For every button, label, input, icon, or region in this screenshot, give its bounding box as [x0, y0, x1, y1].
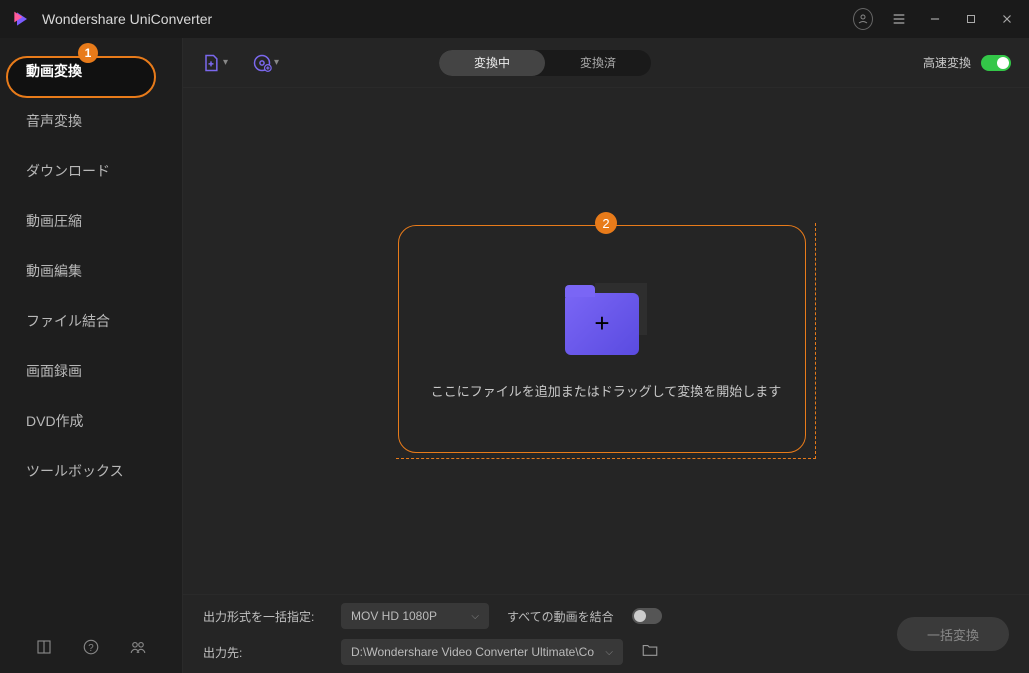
sidebar-item-label: 画面録画: [26, 361, 82, 381]
sidebar-item-compress[interactable]: 動画圧縮: [0, 196, 182, 246]
sidebar: 1 動画変換 音声変換 ダウンロード 動画圧縮 動画編集 ファイル結合 画面録画…: [0, 38, 183, 673]
output-path-label: 出力先:: [203, 644, 323, 661]
open-folder-button[interactable]: [641, 641, 659, 664]
add-file-icon: [201, 53, 221, 73]
close-button[interactable]: [997, 9, 1017, 29]
sidebar-item-toolbox[interactable]: ツールボックス: [0, 446, 182, 496]
dropzone[interactable]: 2 + ここにファイルを追加またはドラッグして変換を開始します: [396, 223, 816, 459]
people-icon: [129, 638, 147, 656]
folder-icon: [641, 641, 659, 659]
account-button[interactable]: [853, 9, 873, 29]
output-format-select[interactable]: MOV HD 1080P ⌵: [341, 603, 489, 629]
chevron-down-icon: ▾: [274, 57, 279, 68]
dropzone-text: ここにファイルを追加またはドラッグして変換を開始します: [431, 381, 782, 400]
sidebar-item-record[interactable]: 画面録画: [0, 346, 182, 396]
minimize-button[interactable]: [925, 9, 945, 29]
add-file-button[interactable]: ▾: [201, 53, 228, 73]
chevron-down-icon: ⌵: [605, 647, 613, 658]
high-speed-label: 高速変換: [923, 54, 971, 71]
output-path-value: D:\Wondershare Video Converter Ultimate\…: [351, 645, 594, 659]
disc-icon: [252, 53, 272, 73]
menu-button[interactable]: [889, 9, 909, 29]
sidebar-item-label: 音声変換: [26, 111, 82, 131]
output-format-value: MOV HD 1080P: [351, 609, 437, 623]
maximize-button[interactable]: [961, 9, 981, 29]
sidebar-item-label: ダウンロード: [26, 161, 110, 181]
help-icon: ?: [82, 638, 100, 656]
svg-text:?: ?: [88, 642, 94, 653]
sidebar-item-dvd[interactable]: DVD作成: [0, 396, 182, 446]
chevron-down-icon: ▾: [223, 57, 228, 68]
titlebar: Wondershare UniConverter: [0, 0, 1029, 38]
high-speed-toggle[interactable]: [981, 55, 1011, 71]
chevron-down-icon: ⌵: [471, 611, 479, 622]
app-title: Wondershare UniConverter: [42, 11, 853, 27]
sidebar-item-merge[interactable]: ファイル結合: [0, 296, 182, 346]
app-logo-icon: [12, 9, 32, 29]
convert-all-button[interactable]: 一括変換: [897, 617, 1009, 651]
book-icon: [35, 638, 53, 656]
close-icon: [1000, 12, 1014, 26]
maximize-icon: [965, 13, 977, 25]
tab-converting[interactable]: 変換中: [439, 50, 545, 76]
add-disc-button[interactable]: ▾: [252, 53, 279, 73]
footer: 出力形式を一括指定: MOV HD 1080P ⌵ すべての動画を結合 出力先:…: [183, 594, 1029, 673]
merge-toggle[interactable]: [632, 608, 662, 624]
add-folder-icon: +: [565, 283, 647, 355]
tab-converted[interactable]: 変換済: [545, 50, 651, 76]
user-icon: [857, 13, 869, 25]
merge-label: すべての動画を結合: [507, 608, 614, 625]
tutorial-button[interactable]: [35, 638, 53, 661]
help-button[interactable]: ?: [82, 638, 100, 661]
output-path-select[interactable]: D:\Wondershare Video Converter Ultimate\…: [341, 639, 623, 665]
sidebar-item-download[interactable]: ダウンロード: [0, 146, 182, 196]
sidebar-item-audio-convert[interactable]: 音声変換: [0, 96, 182, 146]
step-badge-1: 1: [78, 43, 98, 63]
status-tabs: 変換中 変換済: [439, 50, 651, 76]
community-button[interactable]: [129, 638, 147, 661]
sidebar-item-video-convert[interactable]: 1 動画変換: [0, 46, 182, 96]
sidebar-item-edit[interactable]: 動画編集: [0, 246, 182, 296]
sidebar-item-label: 動画圧縮: [26, 211, 82, 231]
minimize-icon: [928, 12, 942, 26]
sidebar-item-label: 動画変換: [26, 61, 82, 81]
sidebar-item-label: 動画編集: [26, 261, 82, 281]
sidebar-item-label: ツールボックス: [26, 461, 124, 481]
sidebar-item-label: DVD作成: [26, 411, 84, 431]
sidebar-item-label: ファイル結合: [26, 311, 110, 331]
output-format-label: 出力形式を一括指定:: [203, 608, 323, 625]
step-badge-2: 2: [595, 212, 617, 234]
toolbar: ▾ ▾ 変換中 変換済 高速変換: [183, 38, 1029, 88]
hamburger-icon: [891, 11, 907, 27]
